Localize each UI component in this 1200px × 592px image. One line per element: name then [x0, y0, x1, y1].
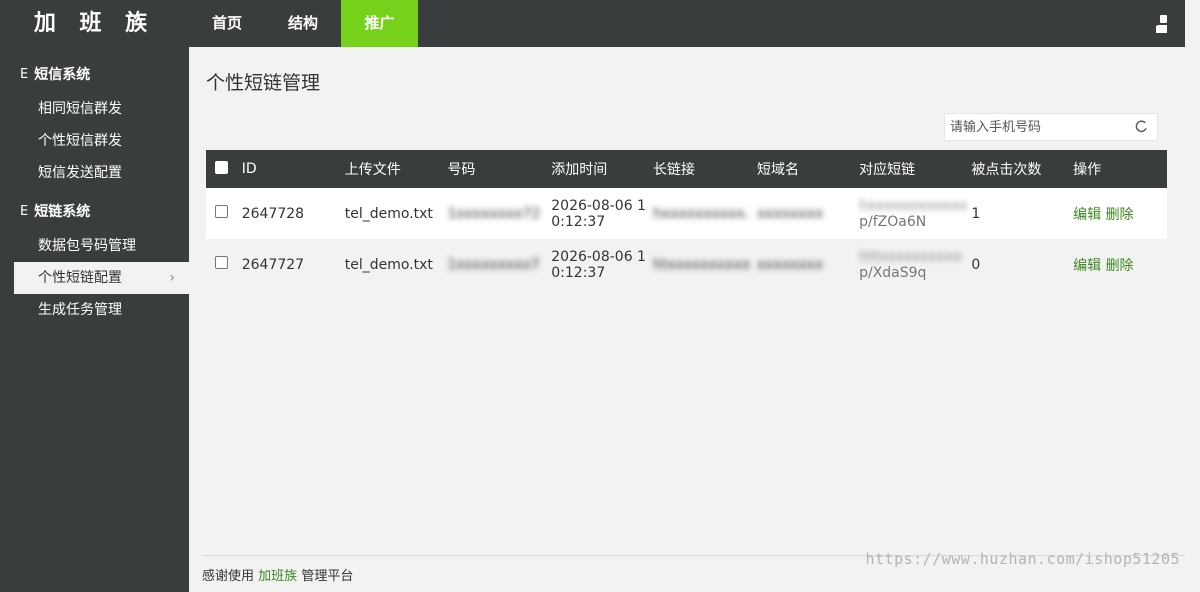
- shortlink-table: ID 上传文件 号码 添加时间 长链接 短域名 对应短链 被点击次数 操作 26…: [206, 150, 1167, 290]
- user-icon[interactable]: [1155, 14, 1169, 34]
- cell-short-link: hxxxxxxxxxxxx p/fZOa6N: [855, 188, 967, 239]
- watermark: https://www.huzhan.com/ishop51205: [865, 550, 1180, 568]
- col-id[interactable]: ID: [238, 150, 341, 188]
- cell-clicks: 1: [971, 205, 981, 222]
- col-time: 添加时间: [551, 162, 608, 178]
- cell-domain: xxxxxxxx: [756, 256, 824, 273]
- short-link-part: p/XdaS9q: [859, 264, 927, 281]
- edit-link[interactable]: 编辑: [1073, 258, 1101, 274]
- col-domain: 短域名: [756, 162, 799, 178]
- cell-time: 2026-08-06 1 0:12:37: [547, 239, 649, 290]
- footer: 感谢使用 加班族 管理平台: [202, 565, 353, 584]
- col-phone: 号码: [447, 162, 476, 178]
- chevron-right-icon: ›: [169, 270, 175, 286]
- loading-icon[interactable]: [1135, 120, 1148, 133]
- cell-phone: 1xxxxxxxx72: [447, 205, 541, 222]
- delete-link[interactable]: 删除: [1106, 258, 1134, 274]
- delete-link[interactable]: 删除: [1106, 207, 1134, 223]
- time-part: 2026-08-06 1: [551, 197, 646, 214]
- sidebar-group-sms[interactable]: Ε 短信系统: [0, 55, 189, 93]
- sidebar-item-tasks[interactable]: 生成任务管理: [0, 294, 189, 326]
- main-content: 个性短链管理 ID 上传文件 号码 添加时间 长链接 短域名 对应短链 被点击次…: [189, 47, 1185, 592]
- sidebar-item-label: 个性短链配置: [38, 270, 122, 286]
- col-long-link: 长链接: [653, 162, 696, 178]
- sidebar-item-custom-shortlink[interactable]: 个性短链配置 ›: [14, 262, 189, 294]
- cell-file: tel_demo.txt: [344, 256, 433, 273]
- cell-domain: xxxxxxxx: [756, 205, 824, 222]
- sidebar: Ε 短信系统 相同短信群发 个性短信群发 短信发送配置 Ε 短链系统 数据包号码…: [0, 47, 189, 592]
- short-link-part: httxxxxxxxxxx: [859, 248, 962, 265]
- short-link-part: p/fZOa6N: [859, 213, 927, 230]
- cell-long-link: hxxxxxxxxxx.: [653, 205, 750, 222]
- page-title: 个性短链管理: [206, 72, 321, 94]
- cell-short-link: httxxxxxxxxxx p/XdaS9q: [855, 239, 967, 290]
- cell-clicks: 0: [971, 256, 981, 273]
- row-checkbox[interactable]: [215, 205, 228, 218]
- sidebar-group-label: 短链系统: [34, 204, 91, 220]
- footer-suffix: 管理平台: [301, 569, 354, 584]
- sidebar-item-same-sms[interactable]: 相同短信群发: [0, 93, 189, 125]
- cell-file: tel_demo.txt: [344, 205, 433, 222]
- nav-home[interactable]: 首页: [189, 0, 265, 47]
- select-all-checkbox[interactable]: [215, 160, 228, 174]
- sidebar-item-sms-config[interactable]: 短信发送配置: [0, 157, 189, 189]
- sidebar-group-shortlink[interactable]: Ε 短链系统: [0, 192, 189, 230]
- col-clicks: 被点击次数: [971, 162, 1042, 178]
- logo[interactable]: 加 班 族: [0, 0, 189, 47]
- col-file: 上传文件: [344, 162, 401, 178]
- scrollbar[interactable]: [1185, 0, 1200, 592]
- top-bar: 加 班 族 首页 结构 推广: [0, 0, 1185, 47]
- nav-promotion[interactable]: 推广: [341, 0, 418, 47]
- col-short-link: 对应短链: [859, 162, 916, 178]
- footer-brand-link[interactable]: 加班族: [258, 569, 297, 584]
- cell-actions: 编辑 删除: [1069, 239, 1167, 290]
- short-link-part: hxxxxxxxxxxxx: [859, 197, 968, 214]
- time-part: 0:12:37: [551, 264, 606, 281]
- top-nav: 首页 结构 推广: [189, 0, 418, 47]
- sidebar-group-label: 短信系统: [34, 67, 91, 83]
- sidebar-item-custom-sms[interactable]: 个性短信群发: [0, 125, 189, 157]
- row-checkbox[interactable]: [215, 256, 228, 269]
- menu-icon: Ε: [20, 203, 29, 219]
- footer-prefix: 感谢使用: [202, 569, 255, 584]
- search-input[interactable]: [945, 114, 1125, 140]
- cell-id: 2647727: [241, 256, 305, 273]
- table-header: ID 上传文件 号码 添加时间 长链接 短域名 对应短链 被点击次数 操作: [206, 150, 1167, 188]
- time-part: 2026-08-06 1: [551, 248, 646, 265]
- cell-time: 2026-08-06 1 0:12:37: [547, 188, 649, 239]
- table-row: 2647727 tel_demo.txt 1xxxxxxxxx7 2026-08…: [206, 239, 1167, 290]
- cell-actions: 编辑 删除: [1069, 188, 1167, 239]
- col-actions: 操作: [1073, 162, 1102, 178]
- cell-long-link: htxxxxxxxxxx: [653, 256, 751, 273]
- search-box: [944, 113, 1158, 141]
- sidebar-item-data-package[interactable]: 数据包号码管理: [0, 230, 189, 262]
- menu-icon: Ε: [20, 66, 29, 82]
- time-part: 0:12:37: [551, 213, 606, 230]
- edit-link[interactable]: 编辑: [1073, 207, 1101, 223]
- nav-structure[interactable]: 结构: [265, 0, 341, 47]
- table-row: 2647728 tel_demo.txt 1xxxxxxxx72 2026-08…: [206, 188, 1167, 239]
- cell-id: 2647728: [241, 205, 305, 222]
- cell-phone: 1xxxxxxxxx7: [447, 256, 540, 273]
